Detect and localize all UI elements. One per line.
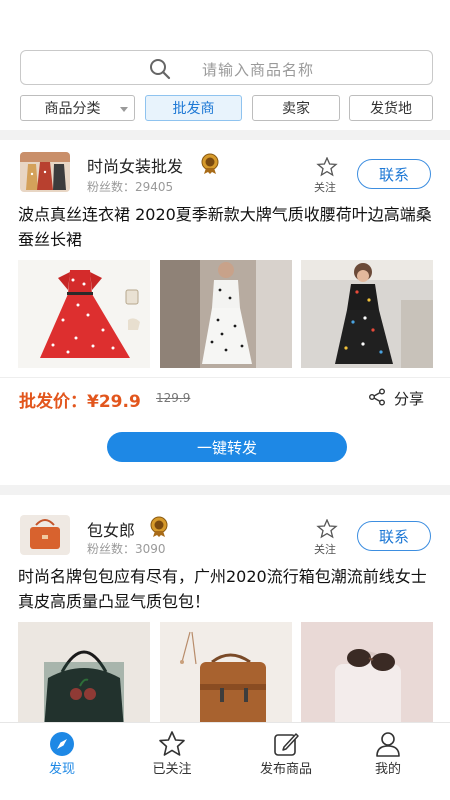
section-divider bbox=[0, 130, 450, 140]
user-icon bbox=[376, 732, 400, 757]
product-photo[interactable] bbox=[301, 622, 433, 722]
product-photo[interactable] bbox=[301, 260, 433, 368]
forward-label: 一键转发 bbox=[196, 438, 257, 457]
contact-label: 联系 bbox=[378, 165, 409, 184]
tab-following[interactable]: 已关注 bbox=[122, 723, 222, 783]
contact-button[interactable]: 联系 bbox=[357, 159, 431, 189]
tab-publish[interactable]: 发布商品 bbox=[236, 723, 336, 783]
fans-count: 粉丝数：3090 bbox=[87, 542, 166, 556]
price-row: 批发价：¥29.9 129.9 分享 bbox=[0, 377, 450, 417]
tab-publish-label: 发布商品 bbox=[259, 762, 312, 777]
star-icon[interactable] bbox=[314, 519, 340, 539]
tab-discover-label: 发现 bbox=[48, 762, 75, 777]
follow-label[interactable]: 关注 bbox=[314, 179, 336, 195]
filter-category-label: 商品分类 bbox=[44, 101, 101, 117]
medal-icon bbox=[201, 153, 219, 174]
contact-button[interactable]: 联系 bbox=[357, 521, 431, 551]
medal-icon bbox=[150, 516, 168, 537]
post-card: 时尚女装批发 粉丝数：29405 关注 联系 波点真丝连衣裙 2020夏季新款大… bbox=[0, 140, 450, 485]
share-icon[interactable] bbox=[368, 388, 386, 406]
edit-icon bbox=[274, 733, 299, 756]
post-card: 包女郎 粉丝数：3090 关注 联系 时尚名牌包包应有尽有，广州2020流行箱包… bbox=[0, 495, 450, 722]
post-description: 波点真丝连衣裙 2020夏季新款大牌气质收腰荷叶边高端桑蚕丝长裙 bbox=[18, 205, 432, 249]
filter-origin-label: 发货地 bbox=[370, 101, 412, 117]
bottom-tab-bar: 发现 已关注 发布商品 我的 bbox=[0, 722, 450, 800]
filter-wholesaler-tab[interactable]: 批发商 bbox=[145, 95, 242, 121]
share-button[interactable]: 分享 bbox=[394, 388, 424, 409]
one-click-forward-button[interactable]: 一键转发 bbox=[107, 432, 347, 462]
shop-name[interactable]: 包女郎 bbox=[87, 517, 135, 541]
filter-seller-label: 卖家 bbox=[282, 101, 310, 117]
product-photo[interactable] bbox=[160, 260, 292, 368]
filter-bar: 商品分类 批发商 卖家 发货地 bbox=[20, 95, 433, 121]
filter-seller-tab[interactable]: 卖家 bbox=[252, 95, 340, 121]
section-divider bbox=[0, 485, 450, 495]
tab-profile[interactable]: 我的 bbox=[338, 723, 438, 783]
original-price: 129.9 bbox=[156, 391, 191, 405]
filter-origin-tab[interactable]: 发货地 bbox=[349, 95, 433, 121]
filter-category-dropdown[interactable]: 商品分类 bbox=[20, 95, 135, 121]
product-photo[interactable] bbox=[18, 260, 150, 368]
avatar[interactable] bbox=[20, 152, 70, 192]
chevron-down-icon bbox=[120, 107, 128, 112]
avatar[interactable] bbox=[20, 515, 70, 555]
search-placeholder: 请输入商品名称 bbox=[202, 61, 315, 79]
filter-wholesaler-label: 批发商 bbox=[172, 101, 215, 117]
tab-discover[interactable]: 发现 bbox=[12, 723, 112, 783]
tab-profile-label: 我的 bbox=[374, 762, 401, 777]
search-input[interactable]: 请输入商品名称 bbox=[20, 50, 433, 85]
shop-name[interactable]: 时尚女装批发 bbox=[87, 153, 183, 177]
compass-icon bbox=[50, 732, 74, 756]
product-photo[interactable] bbox=[160, 622, 292, 722]
search-icon bbox=[150, 59, 171, 80]
wholesale-price: 批发价：¥29.9 bbox=[19, 392, 141, 412]
fans-count: 粉丝数：29405 bbox=[87, 180, 174, 194]
product-photo[interactable] bbox=[18, 622, 150, 722]
contact-label: 联系 bbox=[378, 527, 409, 546]
follow-label[interactable]: 关注 bbox=[314, 541, 336, 557]
star-icon bbox=[159, 731, 185, 756]
star-icon[interactable] bbox=[314, 157, 340, 177]
post-description: 时尚名牌包包应有尽有，广州2020流行箱包潮流前线女士真皮高质量凸显气质包包！ bbox=[18, 567, 427, 611]
tab-following-label: 已关注 bbox=[152, 762, 192, 777]
